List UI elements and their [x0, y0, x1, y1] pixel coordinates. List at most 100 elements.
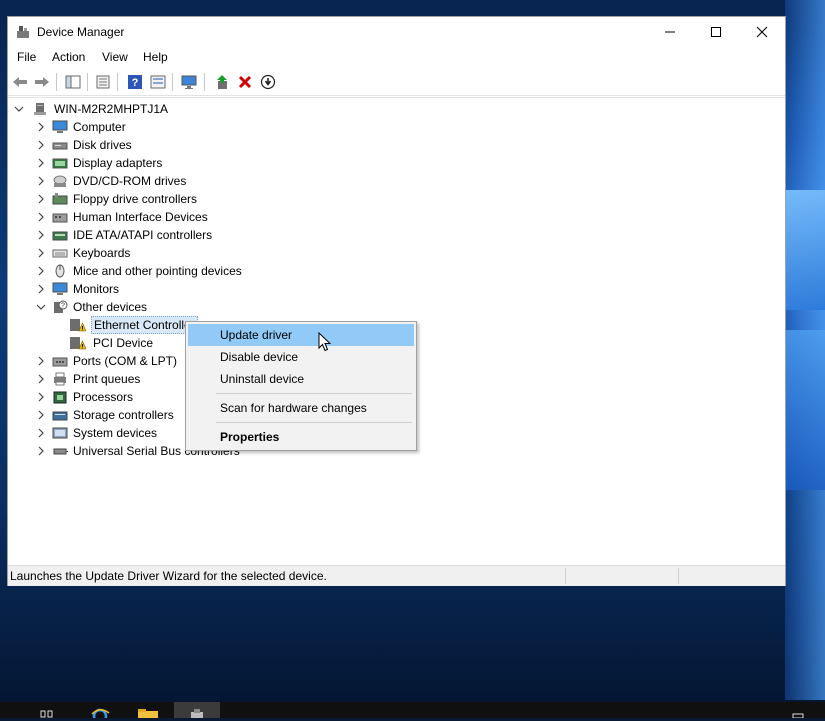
ports-com-lpt-icon: [52, 357, 68, 367]
task-view-icon: [40, 710, 53, 718]
properties-menu-item[interactable]: Properties: [188, 426, 414, 448]
minimize-button[interactable]: [647, 17, 693, 47]
file-explorer-button[interactable]: [136, 702, 160, 718]
expand-chevron-icon[interactable]: [36, 208, 46, 226]
warning-device-icon: [70, 337, 86, 350]
show-hide-tree-icon: [65, 75, 81, 89]
properties-button[interactable]: [94, 73, 112, 91]
expand-chevron-icon[interactable]: [36, 406, 46, 424]
tree-device-pci-device[interactable]: PCI Device: [52, 334, 202, 352]
uninstall-device-button[interactable]: [236, 73, 254, 91]
menu-view[interactable]: View: [102, 50, 128, 64]
menu-separator: [216, 393, 412, 394]
view-icon: [150, 75, 166, 89]
tree-category-computer[interactable]: Computer: [34, 118, 294, 136]
tree-category-floppy-drive-controllers[interactable]: Floppy drive controllers: [34, 190, 294, 208]
floppy-drive-controllers-icon: [52, 193, 68, 205]
expand-chevron-icon[interactable]: [36, 244, 46, 262]
scan-hardware-menu-item[interactable]: Scan for hardware changes: [188, 397, 414, 419]
tree-category-disk-drives[interactable]: Disk drives: [34, 136, 294, 154]
system-devices-icon: [52, 427, 68, 439]
forward-button[interactable]: [33, 73, 51, 91]
tree-category-keyboards[interactable]: Keyboards: [34, 244, 294, 262]
update-driver-button[interactable]: [213, 73, 231, 91]
tree-category-mice-and-other-pointing-devices[interactable]: Mice and other pointing devices: [34, 262, 294, 280]
other-devices-icon: ?: [54, 300, 68, 313]
category-label: Human Interface Devices: [73, 210, 208, 224]
forward-icon: [35, 77, 49, 87]
task-view-button[interactable]: [36, 702, 58, 718]
svg-text:?: ?: [61, 303, 65, 310]
tray-icons[interactable]: [790, 702, 820, 719]
collapse-chevron-icon[interactable]: [36, 298, 46, 316]
internet-explorer-button[interactable]: [88, 702, 112, 721]
uninstall-device-icon: [238, 75, 252, 89]
category-label: Computer: [73, 120, 126, 134]
device-manager-taskbar-button[interactable]: [174, 702, 220, 718]
title-bar[interactable]: Device Manager: [8, 17, 785, 47]
view-button[interactable]: [149, 73, 167, 91]
close-button[interactable]: [739, 17, 785, 47]
expand-chevron-icon[interactable]: [36, 154, 46, 172]
tree-category-ide-ata-atapi-controllers[interactable]: IDE ATA/ATAPI controllers: [34, 226, 294, 244]
expand-chevron-icon[interactable]: [36, 136, 46, 154]
maximize-icon: [711, 27, 721, 37]
device-manager-app-icon: [17, 26, 29, 38]
context-menu: Update driver Disable device Uninstall d…: [185, 321, 417, 451]
menu-action[interactable]: Action: [52, 50, 85, 64]
category-label: Storage controllers: [73, 408, 174, 422]
collapse-chevron-icon[interactable]: [14, 100, 24, 118]
back-icon: [13, 77, 27, 87]
expand-chevron-icon[interactable]: [36, 172, 46, 190]
expand-chevron-icon[interactable]: [36, 262, 46, 280]
tree-root-computer[interactable]: WIN-M2R2MHPTJ1A: [14, 100, 314, 118]
uninstall-device-menu-item[interactable]: Uninstall device: [188, 368, 414, 390]
disable-device-button[interactable]: [259, 73, 277, 91]
print-queues-icon: [54, 372, 66, 386]
taskbar: [0, 702, 825, 721]
tree-category-monitors[interactable]: Monitors: [34, 280, 294, 298]
tree-category-human-interface-devices[interactable]: Human Interface Devices: [34, 208, 294, 226]
show-hide-tree-button[interactable]: [64, 73, 82, 91]
back-button[interactable]: [11, 73, 29, 91]
status-bar: Launches the Update Driver Wizard for th…: [8, 565, 785, 586]
category-label: Monitors: [73, 282, 120, 296]
display-adapters-icon: [52, 158, 68, 169]
category-label: Disk drives: [73, 138, 132, 152]
mouse-cursor-icon: [318, 332, 332, 352]
help-icon: ?: [128, 75, 142, 89]
tree-category-other-devices[interactable]: ? Other devices: [34, 298, 294, 316]
expand-chevron-icon[interactable]: [36, 424, 46, 442]
tree-category-dvd-cd-rom-drives[interactable]: DVD/CD-ROM drives: [34, 172, 294, 190]
expand-chevron-icon[interactable]: [36, 118, 46, 136]
expand-chevron-icon[interactable]: [36, 280, 46, 298]
tree-device-ethernet-controller[interactable]: Ethernet Controller: [52, 316, 202, 334]
expand-chevron-icon[interactable]: [36, 226, 46, 244]
scan-hardware-button[interactable]: [181, 73, 199, 91]
monitor-scan-icon: [181, 75, 197, 89]
category-label: Display adapters: [73, 156, 163, 170]
tree-category-display-adapters[interactable]: Display adapters: [34, 154, 294, 172]
category-label: Processors: [73, 390, 134, 404]
update-driver-menu-item[interactable]: Update driver: [188, 324, 414, 346]
menu-help[interactable]: Help: [143, 50, 168, 64]
expand-chevron-icon[interactable]: [36, 190, 46, 208]
processors-icon: [53, 391, 67, 404]
disk-drives-icon: [52, 142, 68, 150]
expand-chevron-icon[interactable]: [36, 388, 46, 406]
keyboards-icon: [52, 249, 68, 258]
menu-file[interactable]: File: [17, 50, 36, 64]
disable-device-menu-item[interactable]: Disable device: [188, 346, 414, 368]
dvd-cd-rom-drives-icon: [53, 175, 67, 187]
category-label: Floppy drive controllers: [73, 192, 198, 206]
computer-tower-icon: [34, 103, 46, 115]
device-manager-window: Device Manager File Action View Help ? W…: [7, 16, 786, 586]
expand-chevron-icon[interactable]: [36, 370, 46, 388]
menu-separator: [216, 422, 412, 423]
expand-chevron-icon[interactable]: [36, 352, 46, 370]
maximize-button[interactable]: [693, 17, 739, 47]
close-icon: [756, 26, 768, 38]
computer-icon: [52, 120, 68, 133]
expand-chevron-icon[interactable]: [36, 442, 46, 460]
help-button[interactable]: ?: [126, 73, 144, 91]
